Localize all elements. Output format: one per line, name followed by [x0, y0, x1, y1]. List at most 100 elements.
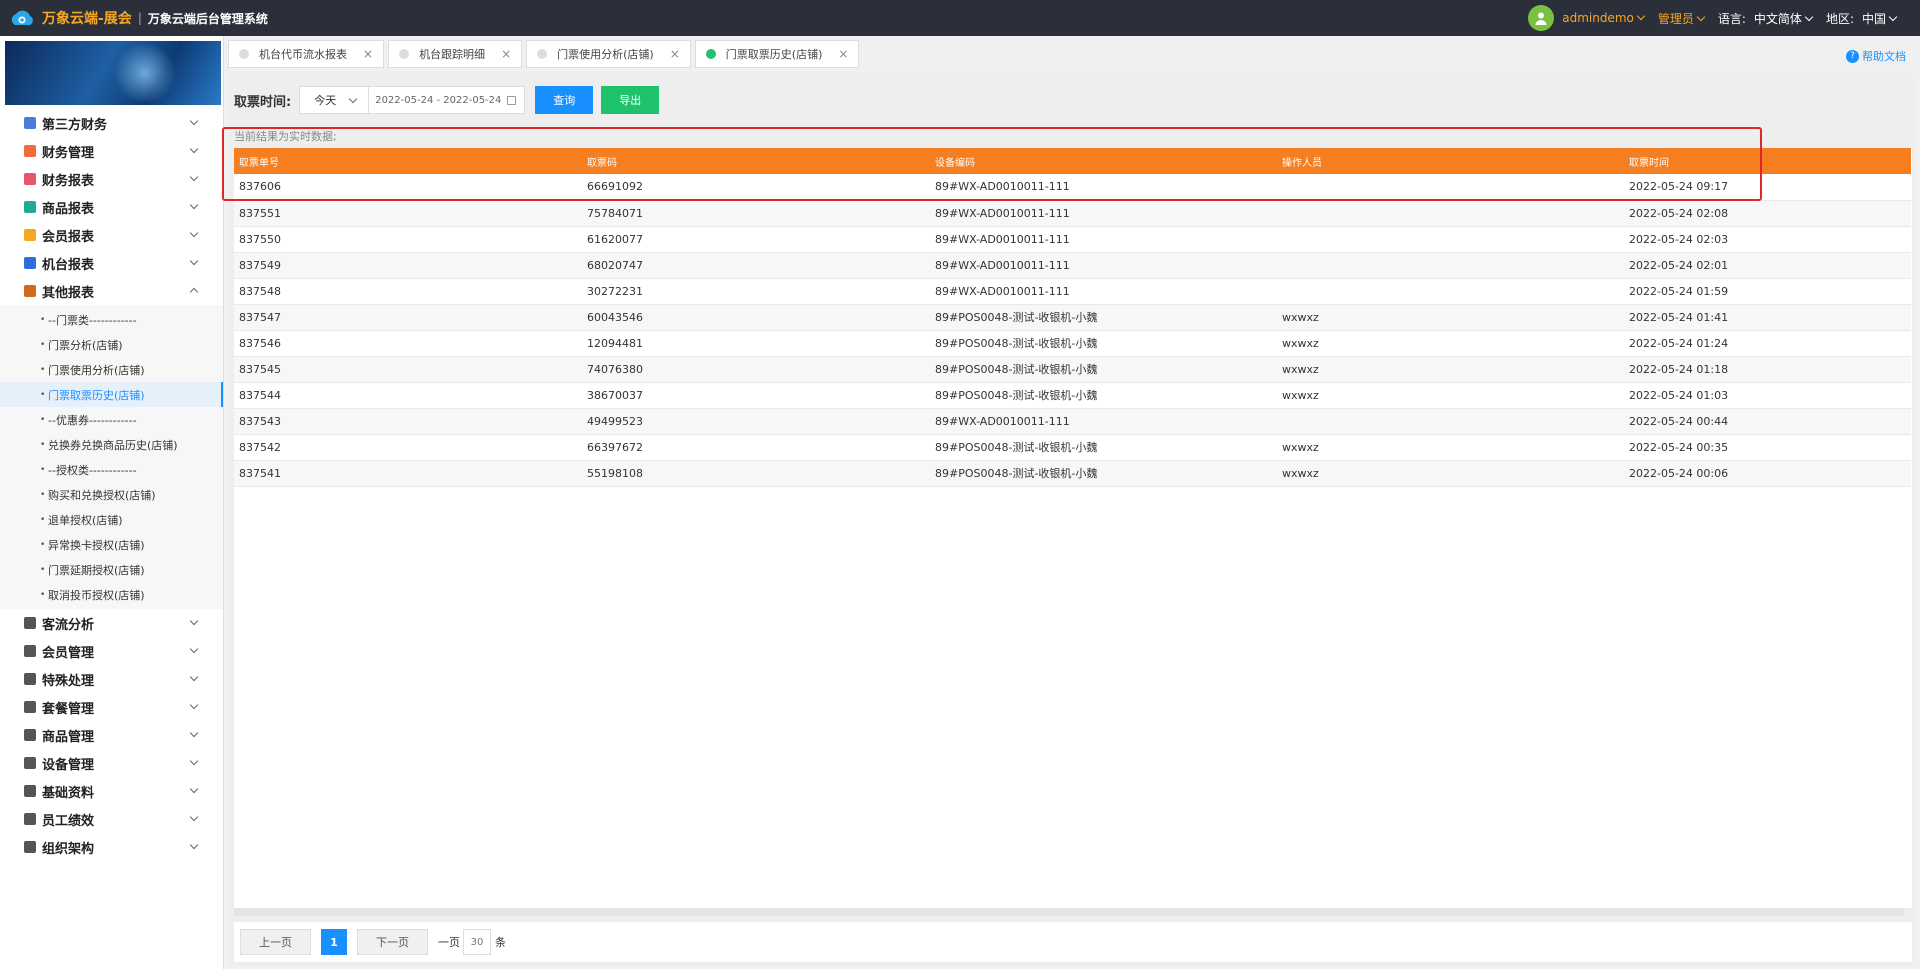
- sidebar-subitem[interactable]: 门票使用分析(店铺): [0, 357, 223, 382]
- sidebar-subitem[interactable]: 门票取票历史(店铺): [0, 382, 223, 407]
- table-cell: wxwxz: [1282, 440, 1319, 454]
- tab-status-dot-icon: [705, 49, 716, 59]
- sidebar-item[interactable]: 第三方财务: [0, 109, 223, 137]
- chevron-down-icon: [189, 784, 199, 794]
- sidebar-item[interactable]: 设备管理: [0, 749, 223, 777]
- table-cell: 68020747: [587, 258, 643, 272]
- table-row[interactable]: 837549 68020747 89#WX-AD0010011-111 2022-05…: [234, 252, 1911, 278]
- user-menu[interactable]: admindemo: [1562, 11, 1650, 25]
- tab-item[interactable]: 机台跟踪明细 ×: [388, 40, 523, 68]
- top-bar: 万象云端-展会 | 万象云端后台管理系统 admindemo 管理员 语言: 中…: [0, 0, 1920, 36]
- sidebar-item[interactable]: 商品报表: [0, 193, 223, 221]
- column-header[interactable]: 取票时间: [1624, 148, 1911, 174]
- user-name: admindemo: [1562, 11, 1634, 25]
- sidebar-item-label: 其他报表: [42, 285, 95, 301]
- sidebar-banner-image: [5, 41, 221, 105]
- page-size-input[interactable]: 30: [463, 929, 491, 955]
- sidebar-item[interactable]: 基础资料: [0, 777, 223, 805]
- column-header[interactable]: 取票码: [582, 148, 930, 174]
- table-row[interactable]: 837550 61620077 89#WX-AD0010011-111 2022-05…: [234, 226, 1911, 252]
- table-row[interactable]: 837542 66397672 89#POS0048-测试-收银机-小魏 wxwxz 2…: [234, 434, 1911, 460]
- sidebar-item[interactable]: 特殊处理: [0, 665, 223, 693]
- region-select[interactable]: 中国: [1862, 10, 1902, 27]
- prev-page-button[interactable]: 上一页: [240, 929, 311, 955]
- column-header[interactable]: 取票单号: [234, 148, 582, 174]
- table-row[interactable]: 837551 75784071 89#WX-AD0010011-111 2022-05…: [234, 200, 1911, 226]
- next-page-button[interactable]: 下一页: [357, 929, 428, 955]
- sidebar-item[interactable]: 财务报表: [0, 165, 223, 193]
- table-row[interactable]: 837546 12094481 89#POS0048-测试-收银机-小魏 wxwxz 2…: [234, 330, 1911, 356]
- export-button[interactable]: 导出: [601, 86, 660, 114]
- sidebar-subitem[interactable]: 取消投币授权(店铺): [0, 582, 223, 607]
- sidebar-item-label: 会员管理: [42, 645, 95, 661]
- sidebar-subitem[interactable]: --门票类------------: [0, 307, 223, 332]
- avatar[interactable]: [1528, 5, 1555, 31]
- sidebar-subitem[interactable]: 异常换卡授权(店铺): [0, 532, 223, 557]
- sidebar-item[interactable]: 套餐管理: [0, 693, 223, 721]
- sidebar-item[interactable]: 机台报表: [0, 249, 223, 277]
- table-cell: 89#POS0048-测试-收银机-小魏: [935, 467, 1098, 480]
- role-menu[interactable]: 管理员: [1658, 10, 1710, 27]
- tab-item[interactable]: 门票使用分析(店铺) ×: [526, 40, 691, 68]
- menu-icon: [24, 813, 36, 825]
- sidebar-item[interactable]: 客流分析: [0, 609, 223, 637]
- horizontal-scrollbar[interactable]: [234, 908, 1904, 916]
- chevron-down-icon: [1804, 12, 1814, 21]
- help-icon: ?: [1846, 49, 1859, 63]
- table-row[interactable]: 837543 49499523 89#WX-AD0010011-111 2022-05…: [234, 408, 1911, 434]
- table-row[interactable]: 837545 74076380 89#POS0048-测试-收银机-小魏 wxwxz 2…: [234, 356, 1911, 382]
- sidebar-subitem[interactable]: --授权类------------: [0, 457, 223, 482]
- table-row[interactable]: 837606 66691092 89#WX-AD0010011-111 2022-05…: [234, 174, 1911, 200]
- sidebar-subitem[interactable]: --优惠券------------: [0, 407, 223, 432]
- top-right-controls: admindemo 管理员 语言: 中文简体 地区: 中国: [1528, 0, 1902, 36]
- sidebar-subitem-label: 兑换券兑换商品历史(店铺): [48, 438, 178, 452]
- page-size-unit: 条: [495, 936, 506, 949]
- table-cell: 89#WX-AD0010011-111: [935, 414, 1070, 428]
- table-row[interactable]: 837547 60043546 89#POS0048-测试-收银机-小魏 wxwxz 2…: [234, 304, 1911, 330]
- sidebar-subitem[interactable]: 门票分析(店铺): [0, 332, 223, 357]
- period-select[interactable]: 今天: [299, 86, 370, 114]
- close-icon[interactable]: ×: [670, 47, 680, 61]
- sidebar-item[interactable]: 组织架构: [0, 833, 223, 861]
- sidebar-item[interactable]: 员工绩效: [0, 805, 223, 833]
- tab-item[interactable]: 机台代币流水报表 ×: [228, 40, 385, 68]
- current-page-button[interactable]: 1: [321, 929, 347, 955]
- table-cell: wxwxz: [1282, 310, 1319, 324]
- language-select[interactable]: 中文简体: [1754, 10, 1818, 27]
- table-body: 837606 66691092 89#WX-AD0010011-111 2022-05…: [234, 174, 1911, 486]
- sidebar-item[interactable]: 商品管理: [0, 721, 223, 749]
- table-cell: wxwxz: [1282, 336, 1319, 350]
- sidebar-item[interactable]: 其他报表: [0, 277, 223, 305]
- sidebar-item[interactable]: 会员报表: [0, 221, 223, 249]
- sidebar-item-label: 第三方财务: [42, 117, 108, 133]
- table-row[interactable]: 837548 30272231 89#WX-AD0010011-111 2022-05…: [234, 278, 1911, 304]
- brand[interactable]: 万象云端-展会 | 万象云端后台管理系统: [0, 7, 268, 29]
- query-button[interactable]: 查询: [535, 86, 594, 114]
- sidebar-subitem[interactable]: 兑换券兑换商品历史(店铺): [0, 432, 223, 457]
- table-cell: 837549: [239, 258, 281, 272]
- filter-label: 取票时间:: [234, 94, 292, 110]
- close-icon[interactable]: ×: [363, 47, 373, 61]
- close-icon[interactable]: ×: [501, 47, 511, 61]
- menu-icon: [24, 201, 36, 213]
- table-cell: 837543: [239, 414, 281, 428]
- sidebar-subitem[interactable]: 退单授权(店铺): [0, 507, 223, 532]
- column-header[interactable]: 操作人员: [1277, 148, 1624, 174]
- sidebar-subitem[interactable]: 购买和兑换授权(店铺): [0, 482, 223, 507]
- chevron-down-icon: [1696, 12, 1706, 21]
- sidebar-item[interactable]: 会员管理: [0, 637, 223, 665]
- ticket-history-table-container: 取票单号 取票码 设备编码 操作人员 取票时间 837606 66691092 89#WX-…: [234, 148, 1912, 908]
- chevron-down-icon: [189, 228, 199, 238]
- date-range-input[interactable]: 2022-05-24 - 2022-05-24: [369, 86, 526, 114]
- column-header[interactable]: 设备编码: [930, 148, 1277, 174]
- close-icon[interactable]: ×: [838, 47, 848, 61]
- sidebar-item[interactable]: 财务管理: [0, 137, 223, 165]
- tab-item[interactable]: 门票取票历史(店铺) ×: [694, 40, 860, 68]
- sidebar-subitem[interactable]: 门票延期授权(店铺): [0, 557, 223, 582]
- sidebar-submenu: --门票类------------ 门票分析(店铺) 门票使用分析(店铺) 门票取票历…: [0, 305, 223, 609]
- table-cell: [1277, 174, 1624, 200]
- table-cell: 2022-05-24 01:03: [1629, 388, 1729, 402]
- table-row[interactable]: 837541 55198108 89#POS0048-测试-收银机-小魏 wxwxz 2…: [234, 460, 1911, 486]
- help-docs-link[interactable]: ? 帮助文档: [1846, 48, 1906, 64]
- table-row[interactable]: 837544 38670037 89#POS0048-测试-收银机-小魏 wxwxz 2…: [234, 382, 1911, 408]
